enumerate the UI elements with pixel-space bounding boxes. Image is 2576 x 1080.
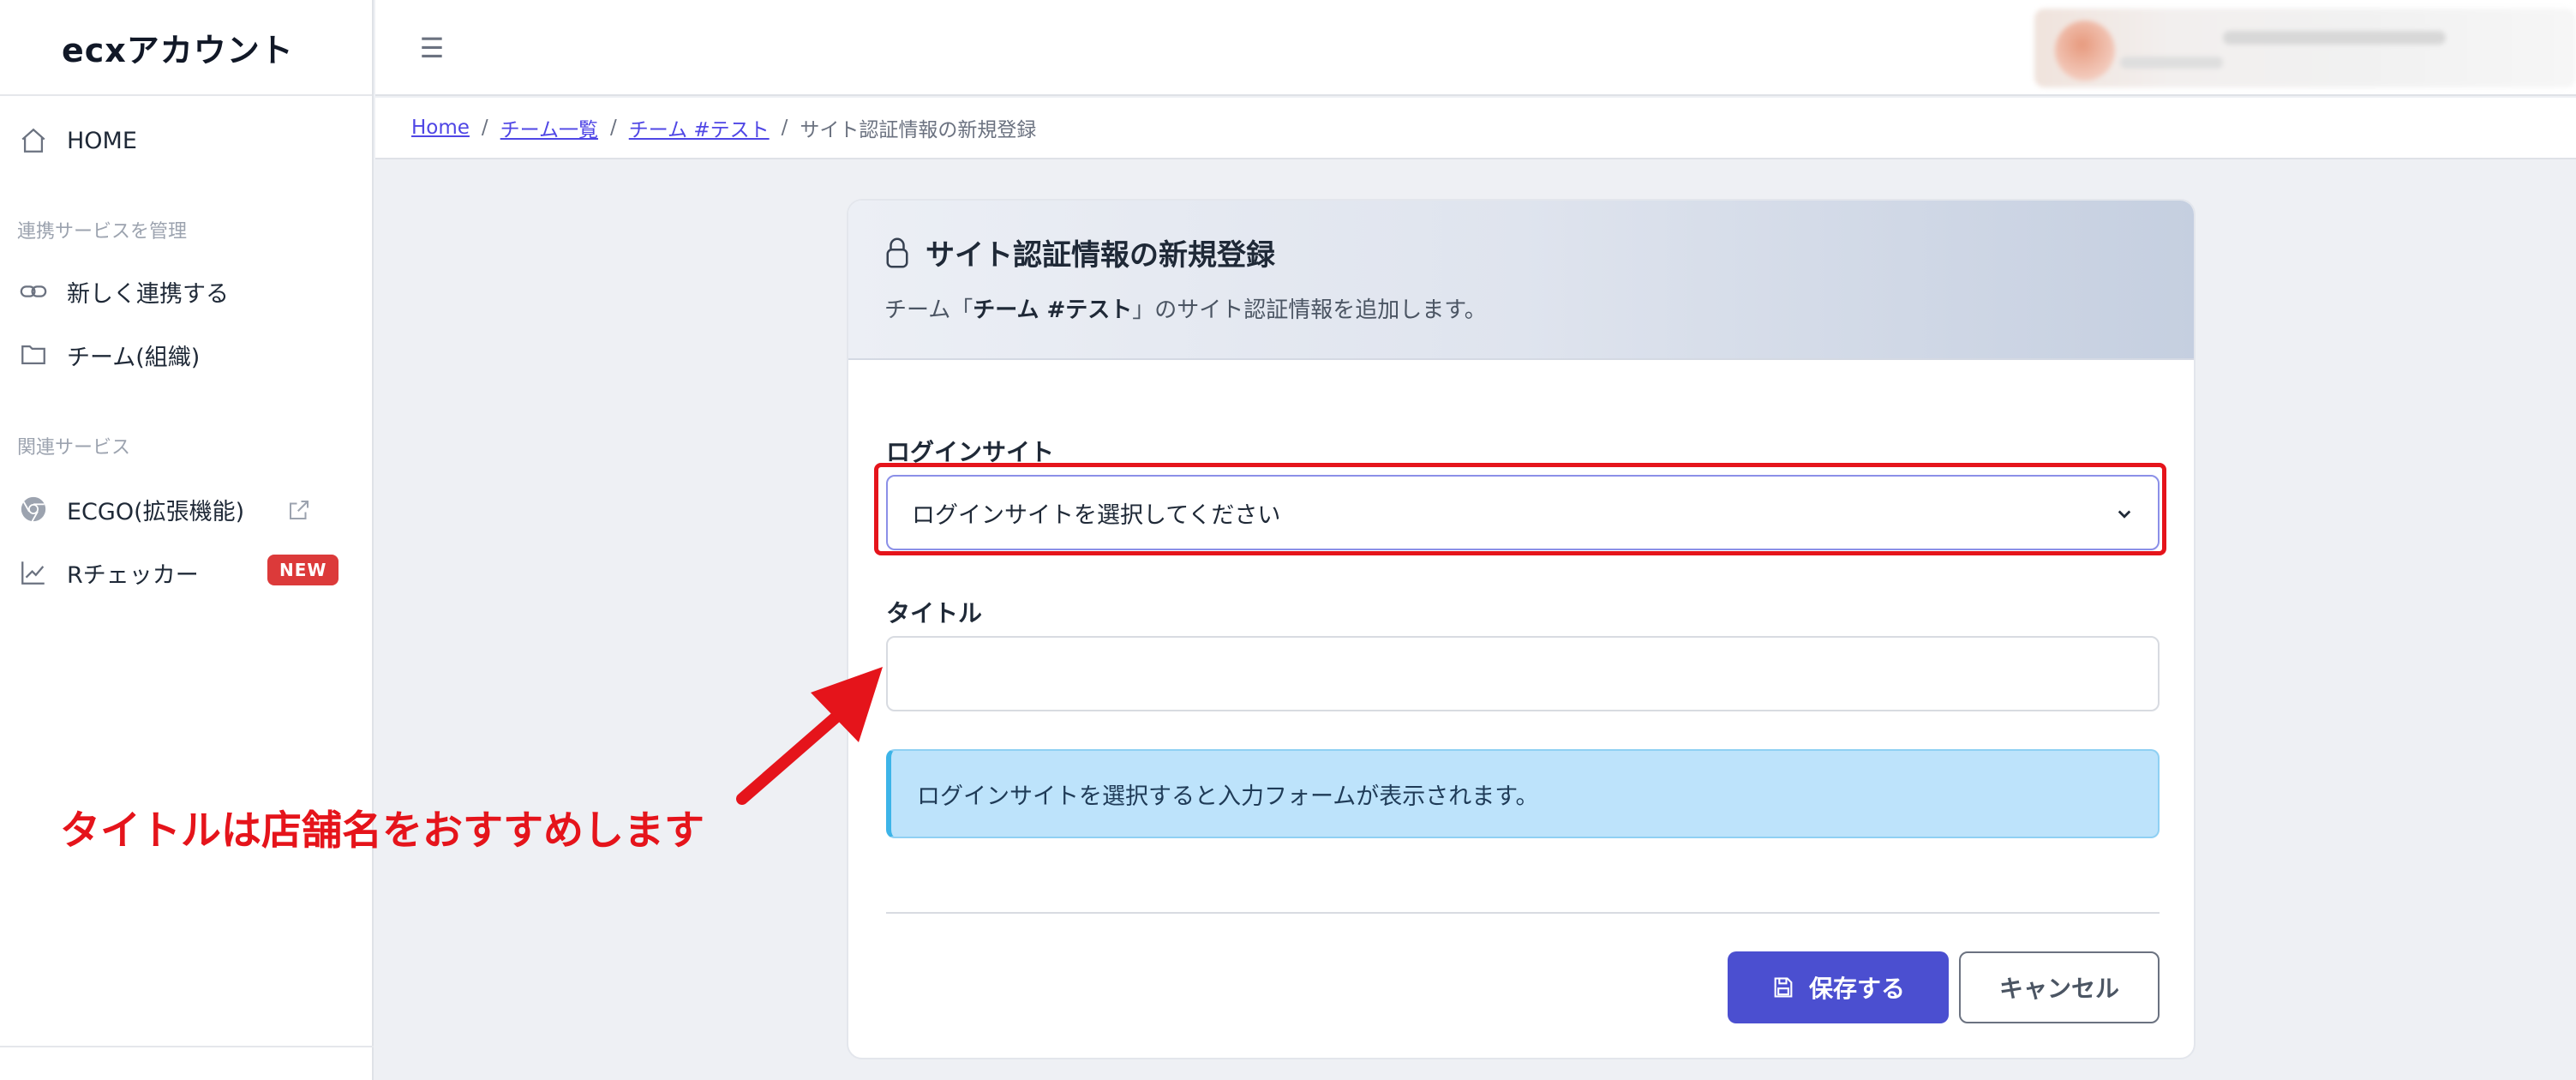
chrome-icon <box>17 493 50 525</box>
breadcrumb-home[interactable]: Home <box>411 117 470 139</box>
sidebar-item-rchecker[interactable]: Rチェッカー NEW <box>0 547 374 598</box>
breadcrumb-teams[interactable]: チーム一覧 <box>500 113 598 142</box>
annotation-text: タイトルは店舗名をおすすめします <box>60 807 704 855</box>
breadcrumb-team[interactable]: チーム #テスト <box>629 113 770 142</box>
login-site-selected-value: ログインサイトを選択してください <box>912 501 1281 529</box>
sidebar-item-home[interactable]: HOME <box>0 115 374 166</box>
sidebar-item-label: HOME <box>67 127 137 154</box>
sidebar-item-label: ECGO(拡張機能) <box>67 498 245 525</box>
title-label: タイトル <box>886 599 983 627</box>
chevron-down-icon <box>2112 501 2137 532</box>
sidebar-item-ecgo[interactable]: ECGO(拡張機能) <box>0 483 374 535</box>
cancel-button[interactable]: キャンセル <box>1959 951 2160 1023</box>
floppy-disk-icon <box>1771 975 1795 999</box>
sidebar: ecxアカウント HOME 連携サービスを管理 新しく連携する チーム(組織) … <box>0 0 374 1080</box>
topbar: ☰ <box>375 0 2576 96</box>
sidebar-item-team[interactable]: チーム(組織) <box>0 329 374 381</box>
user-name-blurred <box>2223 31 2446 45</box>
info-message: ログインサイトを選択すると入力フォームが表示されます。 <box>917 783 1539 810</box>
card-header: サイト認証情報の新規登録 チーム「チーム #テスト」のサイト認証情報を追加します… <box>848 201 2194 360</box>
form-divider <box>886 912 2160 914</box>
user-menu[interactable] <box>2034 9 2576 87</box>
subtitle-suffix: 」のサイト認証情報を追加します。 <box>1132 297 1487 323</box>
save-button-label: 保存する <box>1808 975 1905 1003</box>
cancel-button-label: キャンセル <box>1998 975 2119 1003</box>
user-meta-blurred <box>2120 57 2223 69</box>
sidebar-item-label: 新しく連携する <box>67 280 229 308</box>
subtitle-team: チーム #テスト <box>973 297 1133 323</box>
breadcrumb-separator: / <box>481 117 488 139</box>
breadcrumb: Home / チーム一覧 / チーム #テスト / サイト認証情報の新規登録 <box>375 98 2576 159</box>
credential-form-card: サイト認証情報の新規登録 チーム「チーム #テスト」のサイト認証情報を追加します… <box>847 199 2196 1059</box>
avatar <box>2055 21 2115 81</box>
sidebar-divider <box>0 1046 374 1047</box>
sidebar-item-label: チーム(組織) <box>67 344 201 371</box>
breadcrumb-current: サイト認証情報の新規登録 <box>800 119 1037 141</box>
title-input[interactable] <box>886 636 2160 711</box>
page-title: サイト認証情報の新規登録 <box>884 231 2158 273</box>
external-link-icon[interactable] <box>286 497 312 529</box>
sidebar-item-new-link[interactable]: 新しく連携する <box>0 266 374 317</box>
hamburger-icon[interactable]: ☰ <box>413 29 451 67</box>
breadcrumb-separator: / <box>781 117 788 139</box>
brand-logo[interactable]: ecxアカウント <box>62 24 294 71</box>
link-icon <box>17 275 50 308</box>
folder-icon <box>17 339 50 371</box>
brand: ecxアカウント <box>0 0 372 96</box>
sidebar-section-manage: 連携サービスを管理 <box>17 221 188 243</box>
chart-line-icon <box>17 556 50 589</box>
sidebar-item-label: Rチェッカー <box>67 561 199 589</box>
login-site-select[interactable]: ログインサイトを選択してください <box>886 475 2160 550</box>
breadcrumb-separator: / <box>609 117 617 139</box>
subtitle-prefix: チーム「 <box>884 297 973 323</box>
card-title-text: サイト認証情報の新規登録 <box>926 238 1275 273</box>
save-button[interactable]: 保存する <box>1728 951 1949 1023</box>
lock-icon <box>884 236 910 270</box>
info-alert: ログインサイトを選択すると入力フォームが表示されます。 <box>886 749 2160 838</box>
home-icon <box>17 124 50 157</box>
sidebar-section-related: 関連サービス <box>17 437 131 459</box>
new-badge: NEW <box>267 555 339 585</box>
card-subtitle: チーム「チーム #テスト」のサイト認証情報を追加します。 <box>884 292 2158 324</box>
login-site-label: ログインサイト <box>886 438 1055 466</box>
